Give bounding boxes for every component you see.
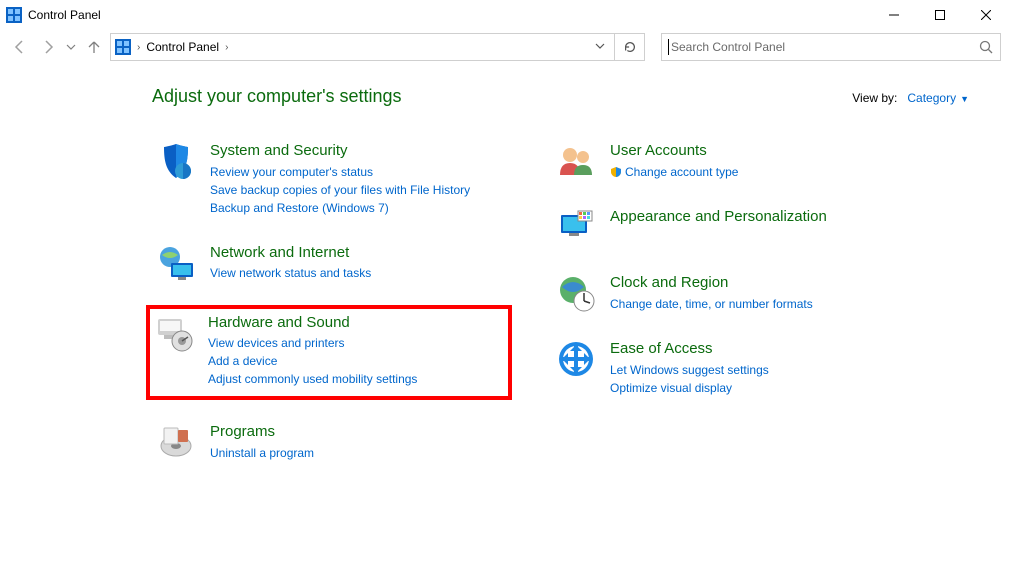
category-link[interactable]: Change date, time, or number formats [610,295,888,313]
chevron-down-icon: ▼ [960,94,969,104]
category-title[interactable]: Hardware and Sound [208,313,504,333]
appearance-personalization-icon [556,207,596,247]
control-panel-icon [115,39,131,55]
breadcrumb-root[interactable]: Control Panel [146,40,219,54]
shield-icon [610,166,622,178]
search-icon[interactable] [978,39,994,55]
user-accounts-icon [556,141,596,181]
nav-row: › Control Panel › Search Control Panel [0,30,1009,66]
minimize-button[interactable] [871,0,917,30]
chevron-right-icon[interactable]: › [137,42,140,53]
system-security-icon [156,141,196,181]
category-clock-region: Clock and Region Change date, time, or n… [552,269,892,317]
category-system-security: System and Security Review your computer… [152,137,492,221]
category-link[interactable]: Let Windows suggest settings [610,361,888,379]
category-title[interactable]: Clock and Region [610,273,888,293]
category-link[interactable]: View network status and tasks [210,264,488,282]
forward-button[interactable] [36,35,60,59]
category-link[interactable]: Change account type [610,163,888,181]
refresh-button[interactable] [615,33,645,61]
network-internet-icon [156,243,196,283]
control-panel-app-icon [6,7,22,23]
address-dropdown-button[interactable] [590,40,610,54]
clock-region-icon [556,273,596,313]
viewby-dropdown[interactable]: Category ▼ [907,91,969,105]
category-title[interactable]: Appearance and Personalization [610,207,888,227]
window-title: Control Panel [28,8,101,22]
viewby-label: View by: [852,91,897,105]
close-button[interactable] [963,0,1009,30]
category-title[interactable]: System and Security [210,141,488,161]
programs-icon [156,422,196,462]
search-placeholder: Search Control Panel [671,40,978,54]
recent-locations-button[interactable] [64,35,78,59]
category-title[interactable]: User Accounts [610,141,888,161]
address-bar[interactable]: › Control Panel › [110,33,615,61]
titlebar: Control Panel [0,0,1009,30]
chevron-right-icon[interactable]: › [225,42,228,53]
category-title[interactable]: Network and Internet [210,243,488,263]
viewby-value: Category [907,91,956,105]
category-link[interactable]: Review your computer's status [210,163,488,181]
text-cursor [668,39,669,55]
category-link[interactable]: Add a device [208,352,504,370]
category-network-internet: Network and Internet View network status… [152,239,492,287]
category-link[interactable]: View devices and printers [208,334,504,352]
search-input[interactable]: Search Control Panel [661,33,1001,61]
category-appearance-personalization: Appearance and Personalization [552,203,892,251]
category-column-right: User Accounts Change account type [552,137,892,484]
hardware-sound-icon [154,313,194,353]
category-link[interactable]: Save backup copies of your files with Fi… [210,181,488,199]
category-link[interactable]: Adjust commonly used mobility settings [208,370,504,388]
ease-of-access-icon [556,339,596,379]
category-link[interactable]: Optimize visual display [610,379,888,397]
category-link[interactable]: Uninstall a program [210,444,488,462]
page-heading: Adjust your computer's settings [152,86,402,107]
content-area: Adjust your computer's settings View by:… [0,66,1009,504]
category-title[interactable]: Ease of Access [610,339,888,359]
up-button[interactable] [82,35,106,59]
category-hardware-sound: Hardware and Sound View devices and prin… [146,305,512,401]
category-title[interactable]: Programs [210,422,488,442]
category-programs: Programs Uninstall a program [152,418,492,466]
category-link[interactable]: Backup and Restore (Windows 7) [210,199,488,217]
back-button[interactable] [8,35,32,59]
category-user-accounts: User Accounts Change account type [552,137,892,185]
maximize-button[interactable] [917,0,963,30]
category-ease-of-access: Ease of Access Let Windows suggest setti… [552,335,892,401]
category-column-left: System and Security Review your computer… [152,137,492,484]
